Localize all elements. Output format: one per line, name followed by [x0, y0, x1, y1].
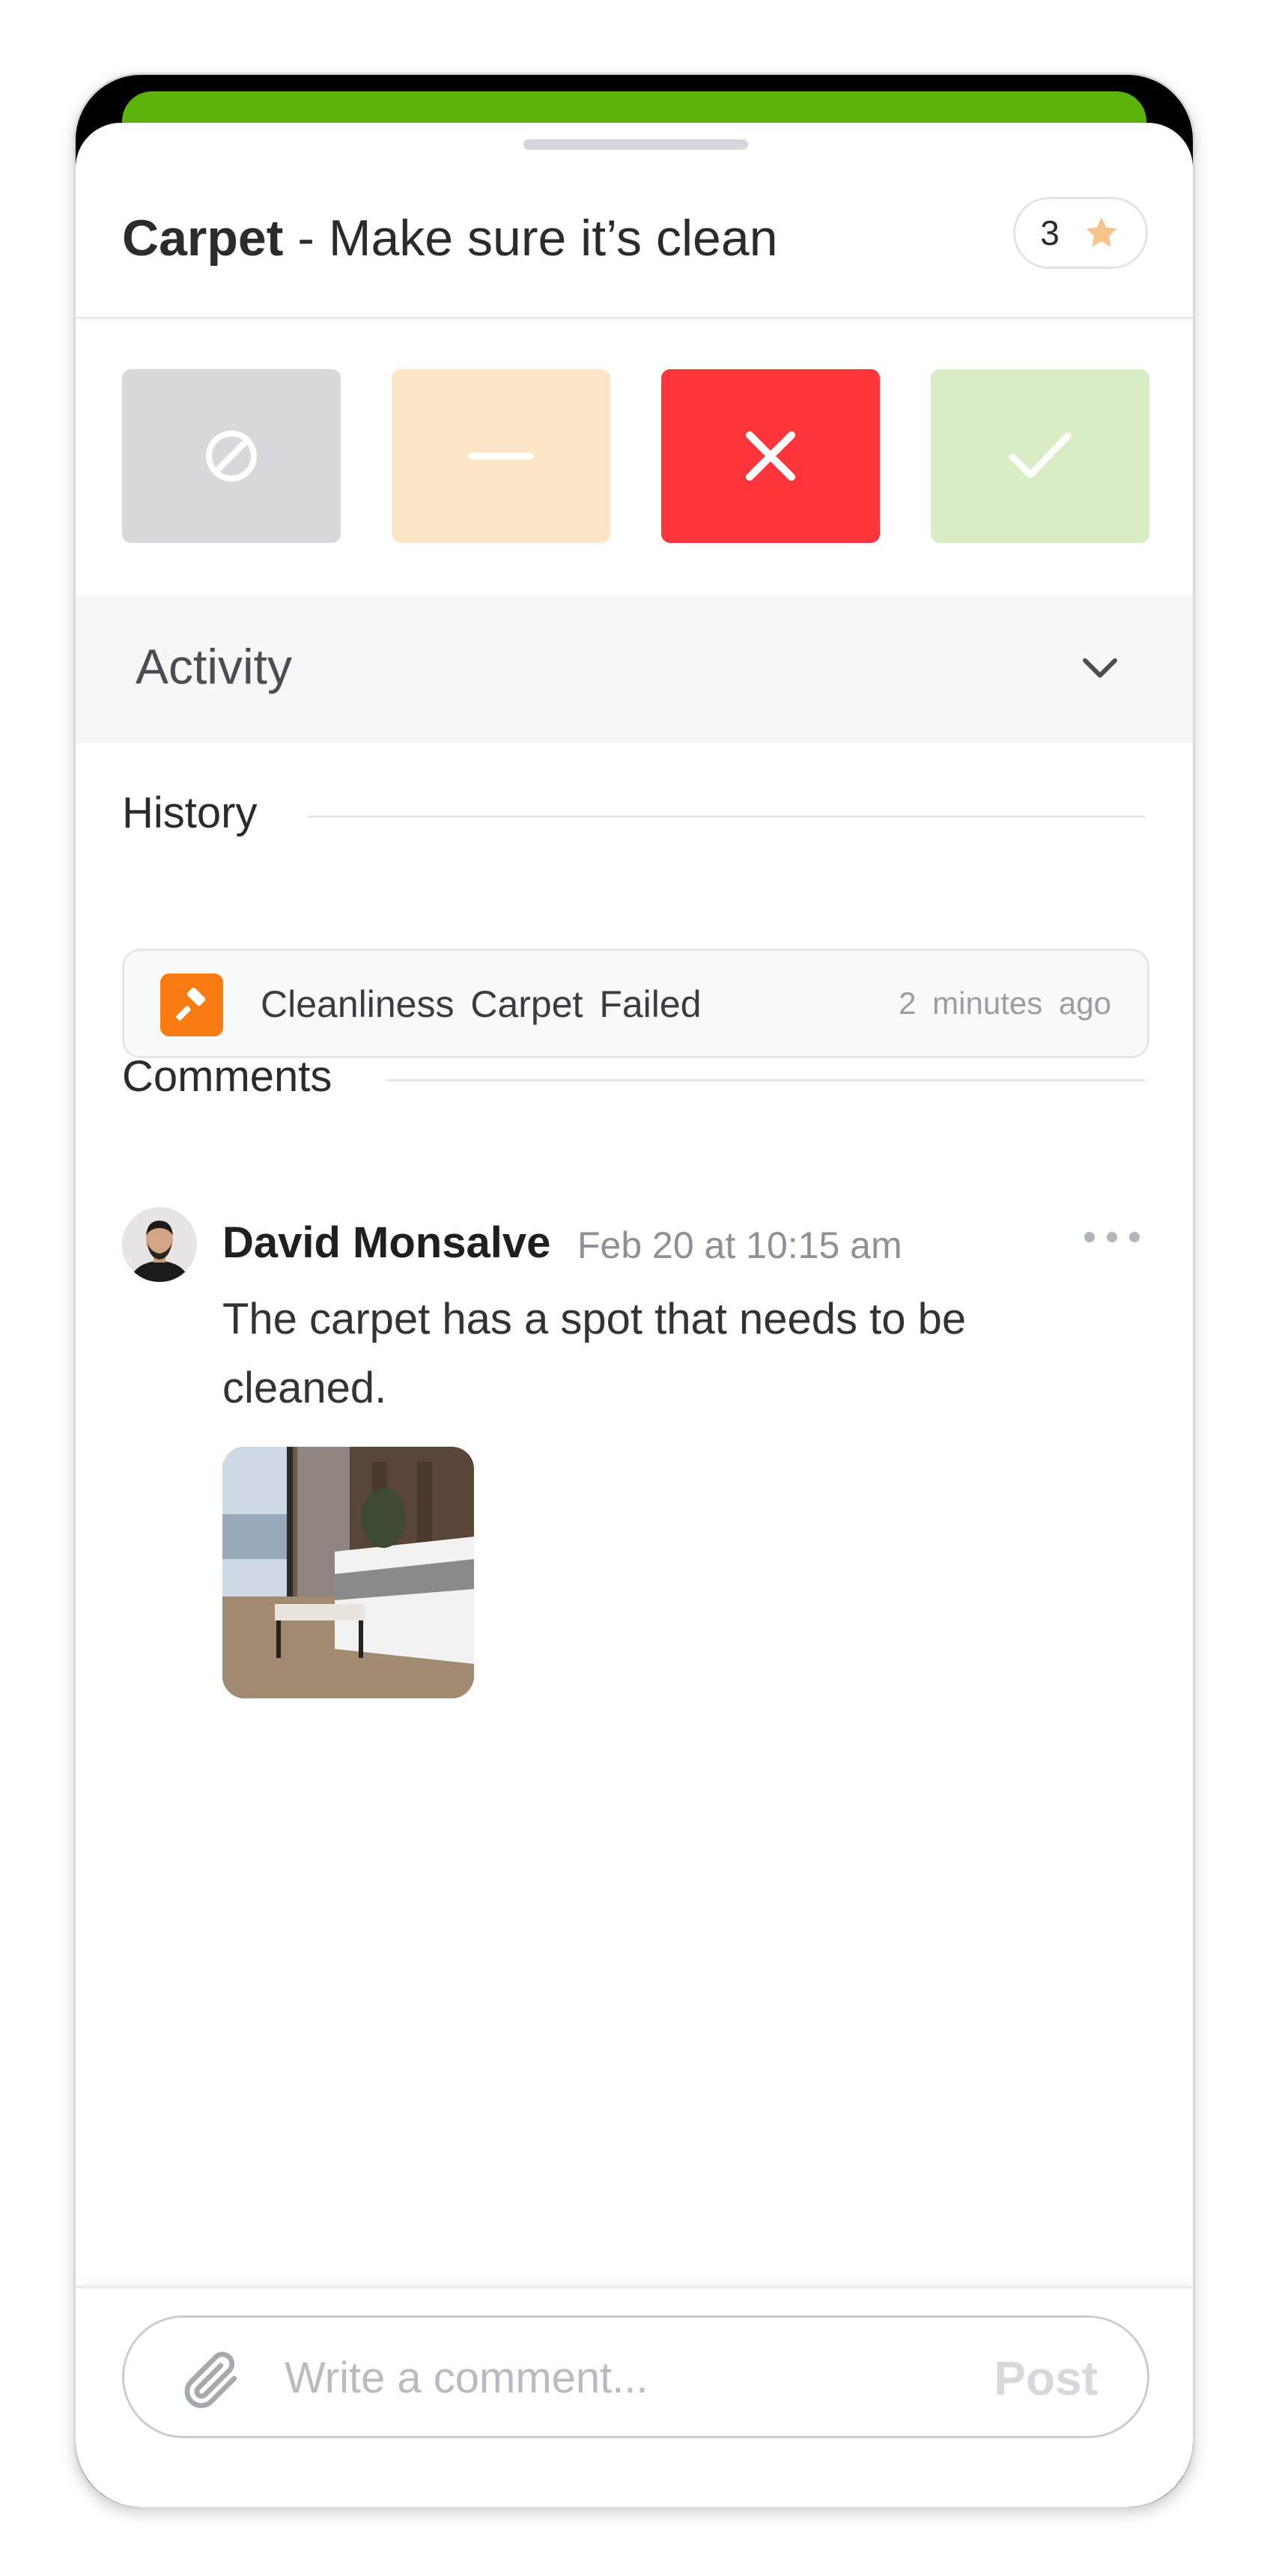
pass-button[interactable]	[931, 369, 1149, 543]
more-options-icon[interactable]	[1082, 1230, 1142, 1245]
x-icon	[746, 431, 795, 481]
prohibited-icon	[206, 431, 257, 482]
history-divider	[308, 815, 1145, 818]
post-button[interactable]: Post	[994, 2351, 1098, 2406]
rating-badge[interactable]: 3	[1013, 197, 1148, 269]
history-title: History	[122, 789, 258, 837]
comment-attachment-image[interactable]	[222, 1447, 474, 1698]
chevron-down-icon[interactable]	[1079, 647, 1121, 689]
minus-icon	[468, 452, 534, 460]
not-applicable-button[interactable]	[122, 369, 341, 543]
history-text: Cleanliness Carpet Failed	[261, 983, 702, 1025]
comment-author: David Monsalve	[222, 1218, 551, 1267]
star-icon	[1086, 217, 1117, 247]
comment-text: The carpet has a spot that needs to be c…	[222, 1295, 967, 1412]
rating-count: 3	[1040, 213, 1060, 252]
sheet-drag-handle[interactable]	[523, 139, 748, 150]
bottom-sheet: Carpet - Make sure it’s clean 3 Activity…	[76, 123, 1193, 2507]
activity-accordion[interactable]: Activity	[76, 595, 1193, 743]
comment-composer-bar: Post	[76, 2286, 1193, 2507]
item-description: - Make sure it’s clean	[297, 210, 778, 267]
comments-divider	[386, 1079, 1145, 1081]
hammer-icon	[160, 973, 223, 1036]
comments-title: Comments	[122, 1052, 332, 1101]
history-time: 2 minutes ago	[899, 985, 1111, 1021]
partial-button[interactable]	[392, 369, 610, 543]
page-title: Carpet - Make sure it’s clean	[122, 201, 778, 276]
paperclip-icon[interactable]	[177, 2346, 244, 2414]
activity-label: Activity	[136, 639, 293, 694]
check-icon	[1009, 432, 1072, 479]
comment-time: Feb 20 at 10:15 am	[577, 1224, 902, 1266]
comment-composer: Post	[122, 2315, 1149, 2438]
fail-button[interactable]	[661, 369, 880, 543]
header-divider	[76, 317, 1193, 319]
phone-frame: Carpet - Make sure it’s clean 3 Activity…	[73, 73, 1195, 2509]
avatar[interactable]	[122, 1207, 197, 1282]
item-name: Carpet	[122, 210, 284, 267]
comment-input[interactable]	[285, 2346, 958, 2409]
status-button-group	[122, 369, 1149, 543]
history-item: Cleanliness Carpet Failed 2 minutes ago	[122, 949, 1149, 1058]
